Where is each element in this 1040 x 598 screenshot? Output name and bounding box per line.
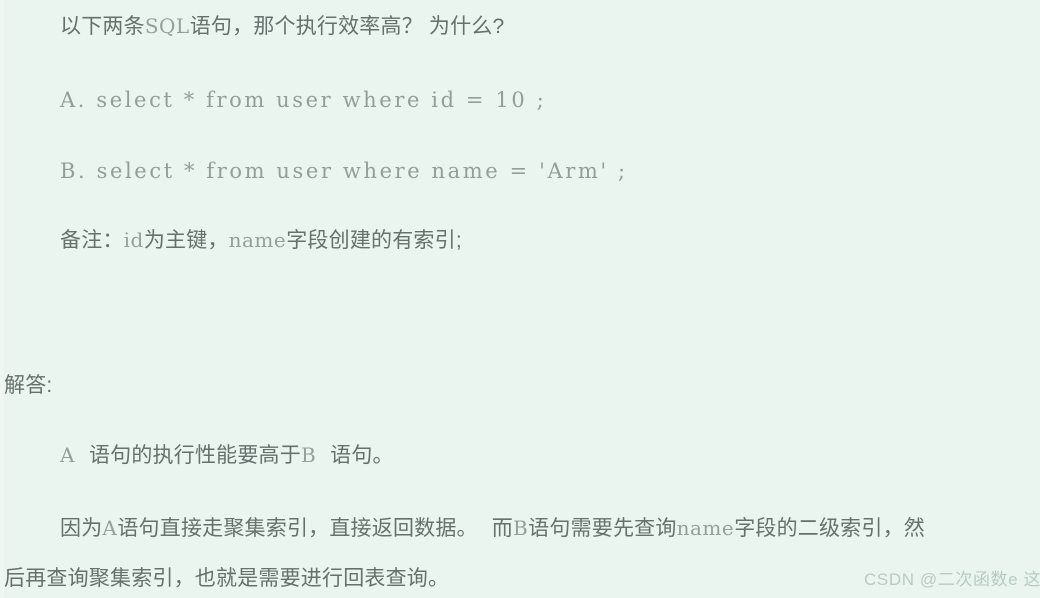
answer2-seg4: 语句需要先查询: [528, 517, 677, 540]
answer-line-1: A 语句的执行性能要高于B 语句。: [60, 445, 394, 466]
answer2-seg3: 而: [491, 517, 513, 540]
answer-line-3: 后再查询聚集索引，也就是需要进行回表查询。: [4, 567, 450, 590]
question-sql-keyword: SQL: [144, 14, 190, 38]
option-a-statement: A. select * from user where id = 10 ;: [60, 88, 547, 112]
answer2-seg5: 字段的二级索引，然: [734, 517, 925, 540]
note-tail-text: 字段创建的有索引;: [286, 229, 462, 252]
page-left-edge: [0, 0, 4, 598]
answer2-seg2: 语句直接走聚集索引，直接返回数据。: [117, 517, 478, 540]
answer1-tail-text: 语句。: [330, 444, 394, 467]
answer2-mark-a: A: [102, 516, 118, 540]
note-field-name: name: [228, 228, 287, 252]
answer2-mark-b: B: [512, 516, 529, 540]
note-field-id: id: [123, 228, 144, 252]
note-label: 备注：: [60, 229, 124, 252]
note-mid-text: 为主键，: [143, 229, 229, 252]
question-tail-text: 语句，那个执行效率高？ 为什么?: [189, 15, 505, 38]
option-b-statement: B. select * from user where name = 'Arm'…: [60, 159, 628, 183]
answer-line-2: 因为A语句直接走聚集索引，直接返回数据。 而B语句需要先查询name字段的二级索引…: [60, 518, 925, 539]
answer1-mid-text: 语句的执行性能要高于: [88, 444, 301, 467]
question-line: 以下两条SQL语句，那个执行效率高？ 为什么?: [60, 16, 504, 37]
answer2-seg1: 因为: [60, 517, 103, 540]
csdn-watermark-text: CSDN @二次函数e 这: [864, 570, 1040, 589]
document-page: 以下两条SQL语句，那个执行效率高？ 为什么? A. select * from…: [0, 0, 1040, 598]
answer2-field-name: name: [676, 516, 735, 540]
answer1-mark-a: A: [60, 443, 75, 467]
question-lead-text: 以下两条: [60, 15, 145, 38]
note-line: 备注：id为主键，name字段创建的有索引;: [60, 230, 462, 251]
answer-heading: 解答:: [4, 374, 53, 397]
csdn-watermark: CSDN @二次函数e 这: [864, 565, 1040, 595]
answer1-mark-b: B: [300, 443, 317, 467]
